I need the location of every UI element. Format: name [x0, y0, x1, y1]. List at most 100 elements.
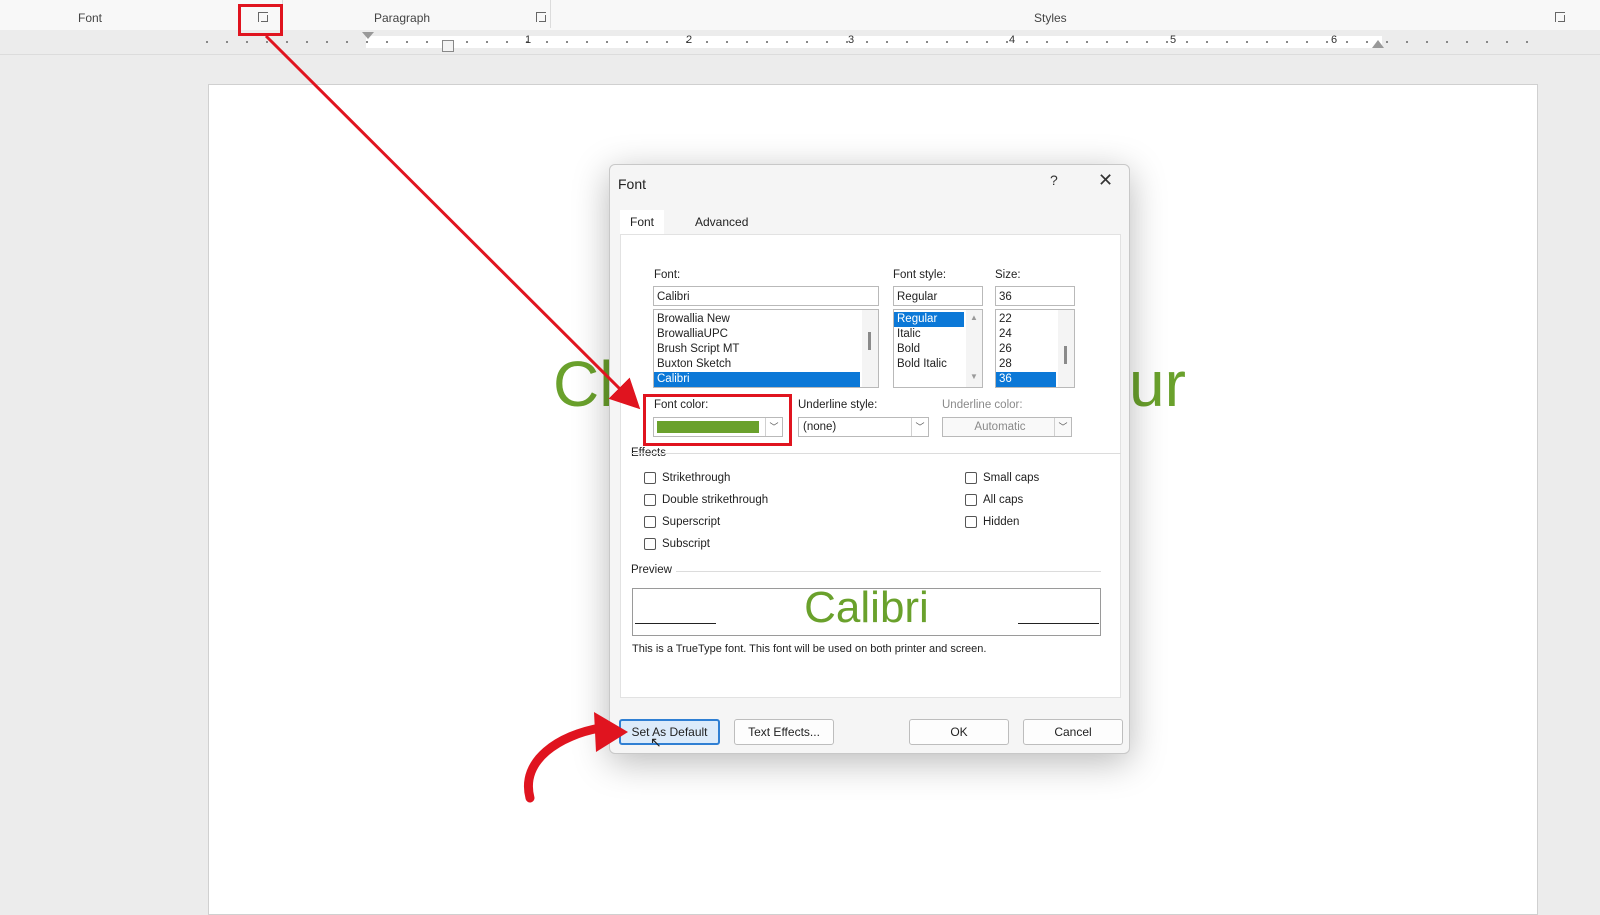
font-name-list[interactable]: Browallia New BrowalliaUPC Brush Script …: [653, 309, 879, 388]
font-list-item-selected[interactable]: Calibri: [654, 372, 860, 387]
chevron-down-icon[interactable]: ﹀: [1054, 418, 1071, 436]
ruler-tick: [1426, 41, 1428, 43]
underline-style-value: (none): [803, 421, 837, 433]
font-style-input[interactable]: Regular: [893, 286, 983, 306]
scrollbar-thumb[interactable]: [868, 332, 871, 350]
ruler-tick: [1266, 41, 1268, 43]
ruler-tick: [1106, 41, 1108, 43]
ruler-tick: [906, 41, 908, 43]
ruler-tick: [1506, 41, 1508, 43]
ruler-number: 5: [1169, 34, 1177, 46]
ruler-tick: [1526, 41, 1528, 43]
font-style-list[interactable]: Regular Italic Bold Bold Italic ▲ ▼: [893, 309, 983, 388]
ruler-tick: [266, 41, 268, 43]
tab-font[interactable]: Font: [620, 210, 665, 234]
scroll-up-icon[interactable]: ▲: [970, 313, 978, 322]
ruler-tick: [246, 41, 248, 43]
cancel-button[interactable]: Cancel: [1023, 719, 1123, 745]
styles-dialog-launcher-icon[interactable]: [1555, 12, 1565, 22]
preview-section-label: Preview: [631, 564, 672, 576]
superscript-checkbox[interactable]: [644, 516, 656, 528]
ruler-tick: [706, 41, 708, 43]
ruler-tick: [326, 41, 328, 43]
scrollbar-thumb[interactable]: [1064, 346, 1067, 364]
chevron-down-icon[interactable]: ﹀: [911, 418, 928, 436]
size-list[interactable]: 22 24 26 28 36: [995, 309, 1075, 388]
ruler-tick: [286, 41, 288, 43]
ruler-tick: [866, 41, 868, 43]
ruler-tick: [806, 41, 808, 43]
underline-color-dropdown[interactable]: Automatic ﹀: [942, 417, 1072, 437]
ruler-tick: [206, 41, 208, 43]
strikethrough-checkbox[interactable]: [644, 472, 656, 484]
ruler-tick: [466, 41, 468, 43]
subscript-checkbox[interactable]: [644, 538, 656, 550]
ruler-number: 4: [1008, 34, 1016, 46]
font-name-input[interactable]: Calibri: [653, 286, 879, 306]
ruler-tick: [886, 41, 888, 43]
ruler-tick: [406, 41, 408, 43]
double-strikethrough-label: Double strikethrough: [662, 494, 769, 506]
ruler-tick: [746, 41, 748, 43]
close-icon[interactable]: ✕: [1098, 170, 1113, 191]
document-heading-left: Cl: [553, 348, 614, 420]
ruler-tick: [646, 41, 648, 43]
ruler-tick: [1466, 41, 1468, 43]
ruler-tick: [1126, 41, 1128, 43]
text-effects-button[interactable]: Text Effects...: [734, 719, 834, 745]
double-strikethrough-checkbox[interactable]: [644, 494, 656, 506]
ruler-tick: [1486, 41, 1488, 43]
ruler-tick: [1146, 41, 1148, 43]
size-list-scrollbar[interactable]: [1058, 310, 1074, 387]
ruler-tick: [946, 41, 948, 43]
ruler-tick: [1346, 41, 1348, 43]
ruler-tick: [1446, 41, 1448, 43]
size-label: Size:: [995, 269, 1021, 281]
font-list-item[interactable]: Buxton Sketch: [654, 357, 878, 372]
ruler-tick: [1086, 41, 1088, 43]
tab-advanced[interactable]: Advanced: [685, 210, 758, 234]
font-list-item[interactable]: BrowalliaUPC: [654, 327, 878, 342]
small-caps-label: Small caps: [983, 472, 1040, 484]
ruler-tick: [1026, 41, 1028, 43]
ruler-tick: [1206, 41, 1208, 43]
first-line-indent-marker[interactable]: [362, 32, 374, 39]
superscript-label: Superscript: [662, 516, 721, 528]
ruler-tick: [426, 41, 428, 43]
size-input[interactable]: 36: [995, 286, 1075, 306]
ruler-tick: [926, 41, 928, 43]
ruler-tick: [506, 41, 508, 43]
help-icon[interactable]: ?: [1050, 172, 1058, 188]
underline-style-dropdown[interactable]: (none) ﹀: [798, 417, 929, 437]
ruler-tick: [586, 41, 588, 43]
scroll-down-icon[interactable]: ▼: [970, 372, 978, 381]
ruler-tick: [966, 41, 968, 43]
section-divider: [631, 453, 1121, 454]
font-style-item-selected[interactable]: Regular: [894, 312, 964, 327]
ruler-tick: [1226, 41, 1228, 43]
set-as-default-button[interactable]: Set As Default: [619, 719, 720, 745]
ruler-tick: [1306, 41, 1308, 43]
ruler-number: 6: [1330, 34, 1338, 46]
small-caps-checkbox[interactable]: [965, 472, 977, 484]
ruler-text-area: [366, 36, 1382, 48]
font-list-item[interactable]: Browallia New: [654, 312, 878, 327]
all-caps-checkbox[interactable]: [965, 494, 977, 506]
right-indent-marker[interactable]: [1372, 40, 1384, 48]
left-indent-marker[interactable]: [442, 40, 454, 52]
font-list-item[interactable]: Brush Script MT: [654, 342, 878, 357]
ruler-tick: [1326, 41, 1328, 43]
ok-button[interactable]: OK: [909, 719, 1009, 745]
ruler-tick: [1186, 41, 1188, 43]
font-style-scrollbar[interactable]: ▲ ▼: [966, 310, 982, 387]
mouse-cursor-icon: ↖: [650, 734, 662, 750]
all-caps-label: All caps: [983, 494, 1024, 506]
hidden-checkbox[interactable]: [965, 516, 977, 528]
font-list-scrollbar[interactable]: [862, 310, 878, 387]
size-list-item-selected[interactable]: 36: [996, 372, 1056, 387]
preview-sample-text: Calibri: [804, 583, 929, 632]
ruler-tick: [1406, 41, 1408, 43]
paragraph-group-label: Paragraph: [374, 11, 431, 25]
paragraph-dialog-launcher-icon[interactable]: [536, 12, 546, 22]
ruler-tick: [1066, 41, 1068, 43]
